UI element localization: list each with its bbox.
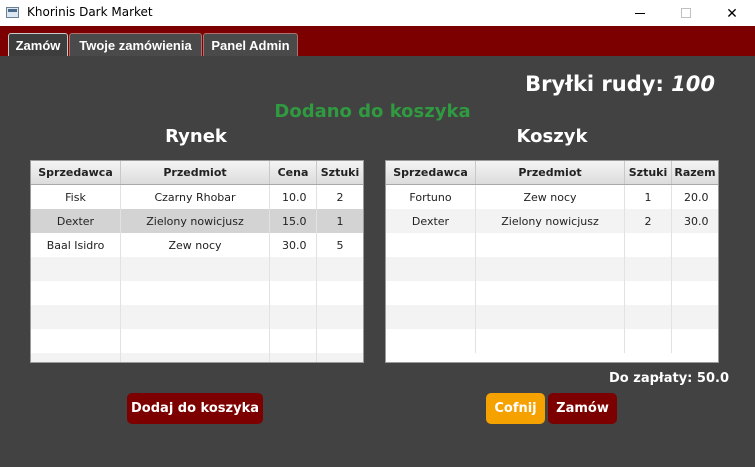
market-heading: Rynek <box>165 126 227 147</box>
empty-row <box>31 257 363 281</box>
main-content: Bryłki rudy: 100 Dodano do koszyka Rynek… <box>0 56 755 467</box>
empty-row <box>386 281 718 305</box>
order-button[interactable]: Zamów <box>548 393 617 424</box>
cell-item: Czarny Rhobar <box>121 185 270 209</box>
column-header-total[interactable]: Razem <box>672 161 718 184</box>
cart-heading: Koszyk <box>516 126 588 147</box>
empty-row <box>31 305 363 329</box>
cell-seller: Fisk <box>31 185 121 209</box>
cell-price: 15.0 <box>270 209 317 233</box>
empty-row <box>31 329 363 353</box>
column-header-seller[interactable]: Sprzedawca <box>386 161 476 184</box>
maximize-button[interactable] <box>663 0 709 26</box>
tab-bar: Zamów Twoje zamówienia Panel Admin <box>0 26 755 56</box>
cart-table[interactable]: Sprzedawca Przedmiot Sztuki Razem Fortun… <box>385 160 719 363</box>
market-table-header: Sprzedawca Przedmiot Cena Sztuki <box>31 161 363 185</box>
table-row-selected[interactable]: Dexter Zielony nowicjusz 15.0 1 <box>31 209 363 233</box>
cell-item: Zew nocy <box>121 233 270 257</box>
table-row[interactable]: Fortuno Zew nocy 1 20.0 <box>386 185 718 209</box>
cell-qty: 2 <box>625 209 672 233</box>
cell-price: 10.0 <box>270 185 317 209</box>
cell-price: 30.0 <box>270 233 317 257</box>
cell-qty: 1 <box>625 185 672 209</box>
column-header-item[interactable]: Przedmiot <box>121 161 270 184</box>
empty-row <box>31 353 363 362</box>
table-row[interactable]: Baal Isidro Zew nocy 30.0 5 <box>31 233 363 257</box>
add-to-cart-button[interactable]: Dodaj do koszyka <box>127 393 263 424</box>
cell-seller: Dexter <box>31 209 121 233</box>
minimize-icon <box>635 12 645 14</box>
amount-to-pay: Do zapłaty: 50.0 <box>609 371 729 386</box>
tab-twoje-zamowienia[interactable]: Twoje zamówienia <box>69 33 202 56</box>
ore-label: Bryłki rudy: <box>525 72 664 96</box>
column-header-price[interactable]: Cena <box>270 161 317 184</box>
cell-seller: Fortuno <box>386 185 476 209</box>
table-row[interactable]: Fisk Czarny Rhobar 10.0 2 <box>31 185 363 209</box>
maximize-icon <box>681 8 691 18</box>
back-button[interactable]: Cofnij <box>486 393 545 424</box>
cell-seller: Baal Isidro <box>31 233 121 257</box>
cell-item: Zielony nowicjusz <box>121 209 270 233</box>
tab-panel-admin[interactable]: Panel Admin <box>203 33 298 56</box>
cart-table-header: Sprzedawca Przedmiot Sztuki Razem <box>386 161 718 185</box>
column-header-seller[interactable]: Sprzedawca <box>31 161 121 184</box>
empty-row <box>386 233 718 257</box>
column-header-qty[interactable]: Sztuki <box>625 161 672 184</box>
window-title: Khorinis Dark Market <box>27 5 153 19</box>
cell-item: Zielony nowicjusz <box>476 209 625 233</box>
empty-row <box>31 281 363 305</box>
app-icon <box>6 7 19 18</box>
cell-total: 30.0 <box>684 214 709 228</box>
window-titlebar: Khorinis Dark Market ✕ <box>0 0 755 26</box>
ore-balance: Bryłki rudy: 100 <box>525 72 715 96</box>
empty-row <box>386 257 718 281</box>
to-pay-value: 50.0 <box>696 371 729 386</box>
cell-seller: Dexter <box>386 209 476 233</box>
ore-value: 100 <box>671 72 715 96</box>
close-icon: ✕ <box>726 4 738 21</box>
minimize-button[interactable] <box>617 0 663 26</box>
tab-zamow[interactable]: Zamów <box>8 33 68 56</box>
empty-row <box>386 305 718 329</box>
cell-item: Zew nocy <box>476 185 625 209</box>
to-pay-label: Do zapłaty: <box>609 371 693 386</box>
cell-qty: 2 <box>336 190 344 204</box>
status-message: Dodano do koszyka <box>274 101 471 122</box>
column-header-item[interactable]: Przedmiot <box>476 161 625 184</box>
empty-row <box>386 329 718 353</box>
close-button[interactable]: ✕ <box>709 0 755 26</box>
cell-qty: 1 <box>336 214 344 228</box>
column-header-qty[interactable]: Sztuki <box>317 161 363 184</box>
market-table[interactable]: Sprzedawca Przedmiot Cena Sztuki Fisk Cz… <box>30 160 364 363</box>
cell-total: 20.0 <box>684 190 709 204</box>
cell-qty: 5 <box>336 238 344 252</box>
table-row[interactable]: Dexter Zielony nowicjusz 2 30.0 <box>386 209 718 233</box>
